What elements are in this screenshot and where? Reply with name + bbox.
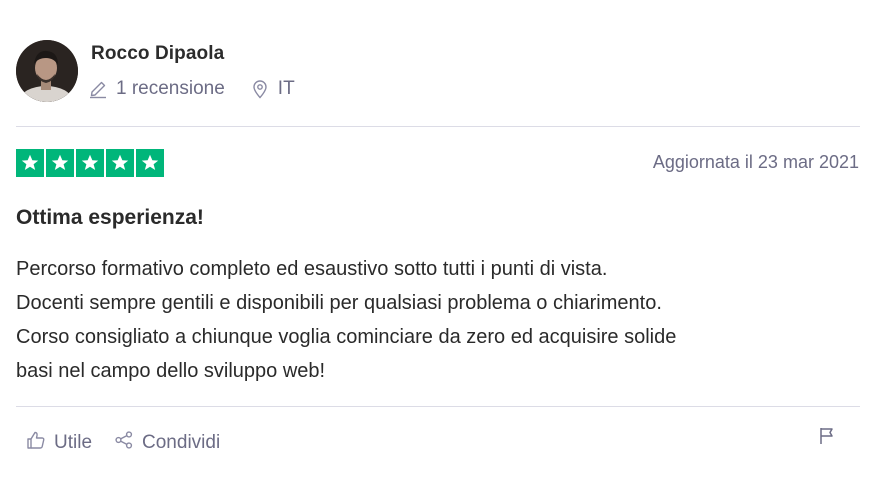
star-icon — [16, 149, 44, 177]
avatar[interactable] — [16, 40, 78, 102]
review-title: Ottima esperienza! — [16, 206, 204, 229]
footer-divider — [16, 406, 860, 407]
pencil-icon — [88, 79, 108, 99]
review-actions: Utile Condividi — [26, 430, 220, 456]
review-card: Rocco Dipaola 1 recensione IT Aggiornata… — [0, 0, 888, 493]
location-pin-icon — [251, 79, 269, 99]
review-body-line: basi nel campo dello sviluppo web! — [16, 360, 326, 382]
review-body-line: Docenti sempre gentili e disponibili per… — [16, 292, 662, 314]
star-icon — [136, 149, 164, 177]
avatar-photo-icon — [16, 40, 78, 102]
review-date: Aggiornata il 23 mar 2021 — [652, 152, 859, 172]
star-icon — [76, 149, 104, 177]
reviewer-meta: 1 recensione IT — [88, 77, 295, 101]
star-icon — [106, 149, 134, 177]
header-divider — [16, 126, 860, 127]
useful-button[interactable]: Utile — [26, 430, 92, 456]
reviewer-name[interactable]: Rocco Dipaola — [91, 43, 224, 65]
share-icon — [114, 430, 134, 456]
thumbs-up-icon — [26, 430, 46, 456]
share-button[interactable]: Condividi — [114, 430, 220, 456]
share-label: Condividi — [142, 432, 221, 453]
star-icon — [46, 149, 74, 177]
useful-label: Utile — [54, 432, 93, 453]
report-flag-button[interactable] — [818, 426, 836, 451]
star-rating — [16, 149, 164, 177]
review-body: Percorso formativo completo ed esaustivo… — [16, 252, 866, 388]
review-body-line: Corso consigliato a chiunque voglia comi… — [16, 326, 677, 348]
flag-icon — [818, 428, 836, 450]
reviews-count[interactable]: 1 recensione — [116, 78, 225, 100]
location: IT — [251, 78, 295, 100]
review-body-line: Percorso formativo completo ed esaustivo… — [16, 258, 608, 280]
country-code: IT — [277, 78, 295, 99]
